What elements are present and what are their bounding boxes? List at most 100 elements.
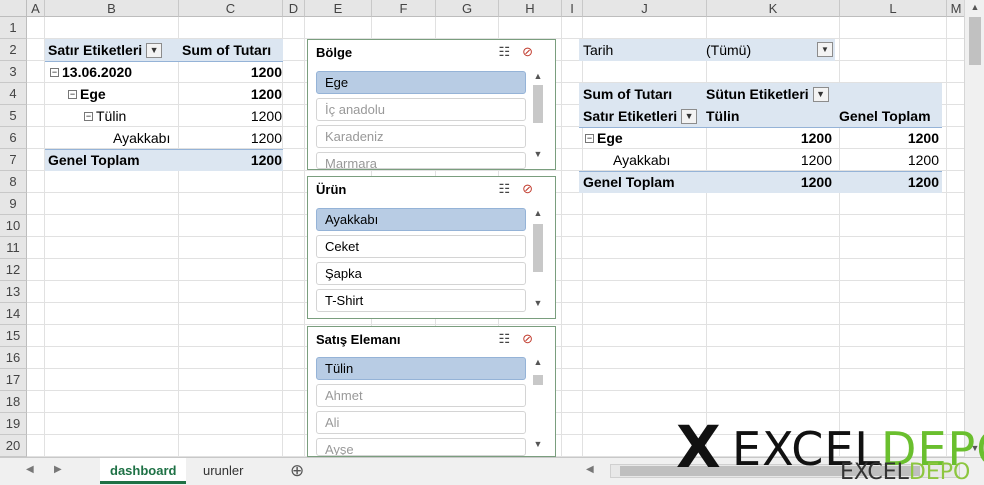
pivot1-value: 1200	[250, 64, 282, 80]
row-header[interactable]: 5	[0, 105, 27, 127]
row-header[interactable]: 2	[0, 39, 27, 61]
column-header[interactable]: B	[45, 0, 179, 17]
pivot2-total-value: 1200	[907, 174, 939, 190]
pivot1-row-region[interactable]: − Ege	[68, 83, 178, 105]
tab-urunler[interactable]: urunler	[193, 458, 253, 484]
collapse-icon[interactable]: −	[84, 111, 93, 121]
scroll-thumb[interactable]	[969, 17, 981, 65]
row-header[interactable]: 9	[0, 193, 27, 215]
filter-icon[interactable]: ▼	[146, 42, 163, 58]
row-header[interactable]: 15	[0, 325, 27, 347]
column-header[interactable]: C	[179, 0, 283, 17]
slicer-item[interactable]: Tülin	[316, 357, 526, 380]
pivot1-value: 1200	[250, 130, 282, 146]
column-header[interactable]: J	[583, 0, 707, 17]
pivot1-value: 1200	[250, 108, 282, 124]
row-header[interactable]: 12	[0, 259, 27, 281]
filter-icon[interactable]: ▼	[681, 108, 698, 124]
filter-dropdown-icon[interactable]: ▼	[817, 41, 835, 59]
next-sheet-icon[interactable]: ▶	[54, 464, 62, 475]
column-header[interactable]: I	[562, 0, 583, 17]
row-header[interactable]: 20	[0, 435, 27, 457]
row-header[interactable]: 8	[0, 171, 27, 193]
slicer-title: Satış Elemanı	[316, 332, 401, 347]
scroll-thumb[interactable]	[533, 224, 543, 272]
column-header[interactable]: E	[305, 0, 372, 17]
column-header[interactable]: M	[947, 0, 964, 17]
scroll-down-icon[interactable]: ▼	[530, 149, 546, 159]
scroll-up-icon[interactable]: ▲	[530, 71, 546, 81]
column-header[interactable]: F	[372, 0, 436, 17]
slicer-scrollbar[interactable]: ▲ ▼	[530, 71, 546, 163]
slicer-item[interactable]: Ayakkabı	[316, 208, 526, 231]
pivot2-total-label: Genel Toplam	[583, 174, 675, 190]
row-header[interactable]: 13	[0, 281, 27, 303]
slicer-item[interactable]: Marmara	[316, 152, 526, 169]
slicer-item[interactable]: Ali	[316, 411, 526, 434]
pivot2-filter-value[interactable]: (Tümü)	[706, 39, 816, 61]
tab-dashboard[interactable]: dashboard	[100, 458, 187, 484]
row-header[interactable]: 17	[0, 369, 27, 391]
column-header[interactable]: A	[27, 0, 45, 17]
clear-filter-icon[interactable]: ⊘	[522, 331, 545, 346]
row-header[interactable]: 1	[0, 17, 27, 39]
slicer-item[interactable]: T-Shirt	[316, 289, 526, 312]
pivot1-value: 1200	[250, 86, 282, 102]
worksheet[interactable]: ABCDEFGHIJKLM 1 2 3 4 5 6 7 8 9 10 11 12 13 14 15 16 17 1…	[0, 0, 964, 457]
row-header[interactable]: 16	[0, 347, 27, 369]
filter-icon[interactable]: ▼	[812, 86, 829, 102]
collapse-icon[interactable]: −	[68, 89, 77, 99]
pivot1-sum-header: Sum of Tutarı	[182, 42, 272, 58]
pivot1-row-seller[interactable]: − Tülin	[84, 105, 178, 127]
select-all-corner[interactable]	[0, 0, 27, 17]
slicer-item[interactable]: Ceket	[316, 235, 526, 258]
pivot2-value: 1200	[800, 152, 832, 168]
column-header[interactable]: L	[840, 0, 947, 17]
row-header[interactable]: 14	[0, 303, 27, 325]
scroll-up-icon[interactable]: ▲	[530, 357, 546, 367]
add-sheet-icon[interactable]: ⊕	[280, 458, 314, 484]
row-header[interactable]: 11	[0, 237, 27, 259]
column-header[interactable]: G	[436, 0, 499, 17]
collapse-icon[interactable]: −	[50, 67, 59, 77]
multi-select-icon[interactable]: ☷	[498, 181, 522, 196]
collapse-icon[interactable]: −	[585, 133, 594, 143]
row-header[interactable]: 6	[0, 127, 27, 149]
slicer-urun[interactable]: Ürün ☷⊘ Ayakkabı Ceket Şapka T-Shirt ▲ ▼	[307, 176, 556, 319]
row-header[interactable]: 19	[0, 413, 27, 435]
row-header[interactable]: 4	[0, 83, 27, 105]
row-header[interactable]: 7	[0, 149, 27, 171]
column-header[interactable]: D	[283, 0, 305, 17]
clear-filter-icon[interactable]: ⊘	[522, 181, 545, 196]
pivot2-row-region[interactable]: − Ege	[585, 127, 700, 149]
column-header[interactable]: K	[707, 0, 840, 17]
row-header[interactable]: 3	[0, 61, 27, 83]
vertical-scrollbar[interactable]: ▲ ▼	[964, 0, 984, 457]
scroll-thumb[interactable]	[533, 85, 543, 123]
slicer-item[interactable]: Ayşe	[316, 438, 526, 456]
slicer-scrollbar[interactable]: ▲ ▼	[530, 357, 546, 453]
slicer-satis-elemani[interactable]: Satış Elemanı ☷⊘ Tülin Ahmet Ali Ayşe ▲ …	[307, 326, 556, 457]
slicer-bolge[interactable]: Bölge ☷⊘ Ege İç anadolu Karadeniz Marmar…	[307, 39, 556, 170]
column-header[interactable]: H	[499, 0, 562, 17]
multi-select-icon[interactable]: ☷	[498, 331, 522, 346]
slicer-item[interactable]: Şapka	[316, 262, 526, 285]
slicer-item[interactable]: Ege	[316, 71, 526, 94]
row-header[interactable]: 10	[0, 215, 27, 237]
slicer-item[interactable]: Karadeniz	[316, 125, 526, 148]
multi-select-icon[interactable]: ☷	[498, 44, 522, 59]
slicer-item[interactable]: İç anadolu	[316, 98, 526, 121]
slicer-scrollbar[interactable]: ▲ ▼	[530, 208, 546, 312]
slicer-item[interactable]: Ahmet	[316, 384, 526, 407]
grid-line	[304, 17, 305, 457]
scroll-down-icon[interactable]: ▼	[530, 439, 546, 449]
scroll-left-icon[interactable]: ◀	[586, 464, 594, 475]
scroll-thumb[interactable]	[533, 375, 543, 385]
scroll-up-icon[interactable]: ▲	[530, 208, 546, 218]
row-header[interactable]: 18	[0, 391, 27, 413]
scroll-up-icon[interactable]: ▲	[965, 2, 984, 12]
pivot1-row-date[interactable]: −13.06.2020	[50, 61, 170, 83]
prev-sheet-icon[interactable]: ◀	[26, 464, 34, 475]
scroll-down-icon[interactable]: ▼	[530, 298, 546, 308]
clear-filter-icon[interactable]: ⊘	[522, 44, 545, 59]
